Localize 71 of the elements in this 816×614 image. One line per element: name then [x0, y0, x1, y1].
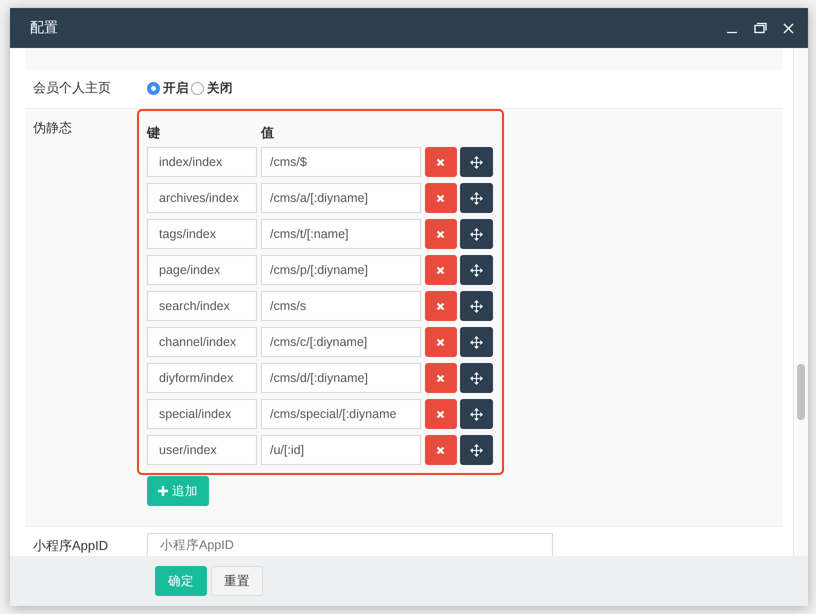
key-input[interactable]: index/index	[147, 147, 257, 177]
close-icon	[436, 338, 446, 346]
value-input[interactable]: /cms/p/[:diyname]	[261, 255, 421, 285]
close-icon	[436, 446, 446, 454]
drag-handle-button[interactable]	[460, 255, 493, 285]
delete-button[interactable]	[425, 327, 457, 357]
value-input[interactable]: /cms/special/[:diyname	[261, 399, 421, 429]
close-icon	[436, 194, 446, 202]
radio-option[interactable]: 开启	[147, 80, 189, 97]
drag-handle-button[interactable]	[460, 363, 493, 393]
plus-icon	[158, 486, 168, 496]
close-icon	[436, 374, 446, 382]
drag-handle-button[interactable]	[460, 183, 493, 213]
reset-button[interactable]: 重置	[211, 566, 263, 596]
value-input[interactable]: /cms/d/[:diyname]	[261, 363, 421, 393]
key-input[interactable]: diyform/index	[147, 363, 257, 393]
key-input[interactable]: search/index	[147, 291, 257, 321]
key-input[interactable]: archives/index	[147, 183, 257, 213]
value-input[interactable]: /cms/s	[261, 291, 421, 321]
window-title: 配置	[30, 19, 58, 37]
move-icon	[470, 228, 483, 240]
value-input[interactable]: /cms/t/[:name]	[261, 219, 421, 249]
close-icon	[436, 266, 446, 274]
move-icon	[470, 408, 483, 420]
value-input[interactable]: /cms/a/[:diyname]	[261, 183, 421, 213]
key-input[interactable]: user/index	[147, 435, 257, 465]
close-icon	[436, 410, 446, 418]
key-input[interactable]: special/index	[147, 399, 257, 429]
value-input[interactable]: /cms/$	[261, 147, 421, 177]
scrollbar-thumb[interactable]	[797, 364, 805, 420]
delete-button[interactable]	[425, 219, 457, 249]
move-icon	[470, 264, 483, 276]
key-input[interactable]: tags/index	[147, 219, 257, 249]
close-icon[interactable]	[783, 22, 794, 34]
delete-button[interactable]	[425, 147, 457, 177]
key-input[interactable]: page/index	[147, 255, 257, 285]
drag-handle-button[interactable]	[460, 147, 493, 177]
move-icon	[470, 444, 483, 456]
close-icon	[436, 158, 446, 166]
radio-button[interactable]	[147, 82, 160, 95]
value-input[interactable]: /u/[:id]	[261, 435, 421, 465]
delete-button[interactable]	[425, 435, 457, 465]
drag-handle-button[interactable]	[460, 327, 493, 357]
close-icon	[436, 302, 446, 310]
drag-handle-button[interactable]	[460, 291, 493, 321]
delete-button[interactable]	[425, 183, 457, 213]
field-label: 小程序AppID	[32, 537, 110, 555]
drag-handle-button[interactable]	[460, 399, 493, 429]
column-header: 键	[147, 124, 161, 142]
drag-handle-button[interactable]	[460, 219, 493, 249]
radio-button[interactable]	[191, 82, 204, 95]
delete-button[interactable]	[425, 363, 457, 393]
restore-icon[interactable]	[754, 22, 767, 34]
field-label: 会员个人主页	[32, 79, 112, 97]
value-input[interactable]: /cms/c/[:diyname]	[261, 327, 421, 357]
move-icon	[470, 300, 483, 312]
delete-button[interactable]	[425, 291, 457, 321]
move-icon	[470, 372, 483, 384]
radio-option[interactable]: 关闭	[191, 80, 233, 97]
move-icon	[470, 156, 483, 168]
text-input[interactable]: 小程序AppID	[147, 533, 553, 556]
delete-button[interactable]	[425, 399, 457, 429]
column-header: 值	[261, 124, 274, 142]
move-icon	[470, 336, 483, 348]
key-input[interactable]: channel/index	[147, 327, 257, 357]
scrollbar[interactable]	[793, 48, 808, 556]
move-icon	[470, 192, 483, 204]
close-icon	[436, 230, 446, 238]
field-label: 伪静态	[32, 119, 73, 137]
drag-handle-button[interactable]	[460, 435, 493, 465]
delete-button[interactable]	[425, 255, 457, 285]
